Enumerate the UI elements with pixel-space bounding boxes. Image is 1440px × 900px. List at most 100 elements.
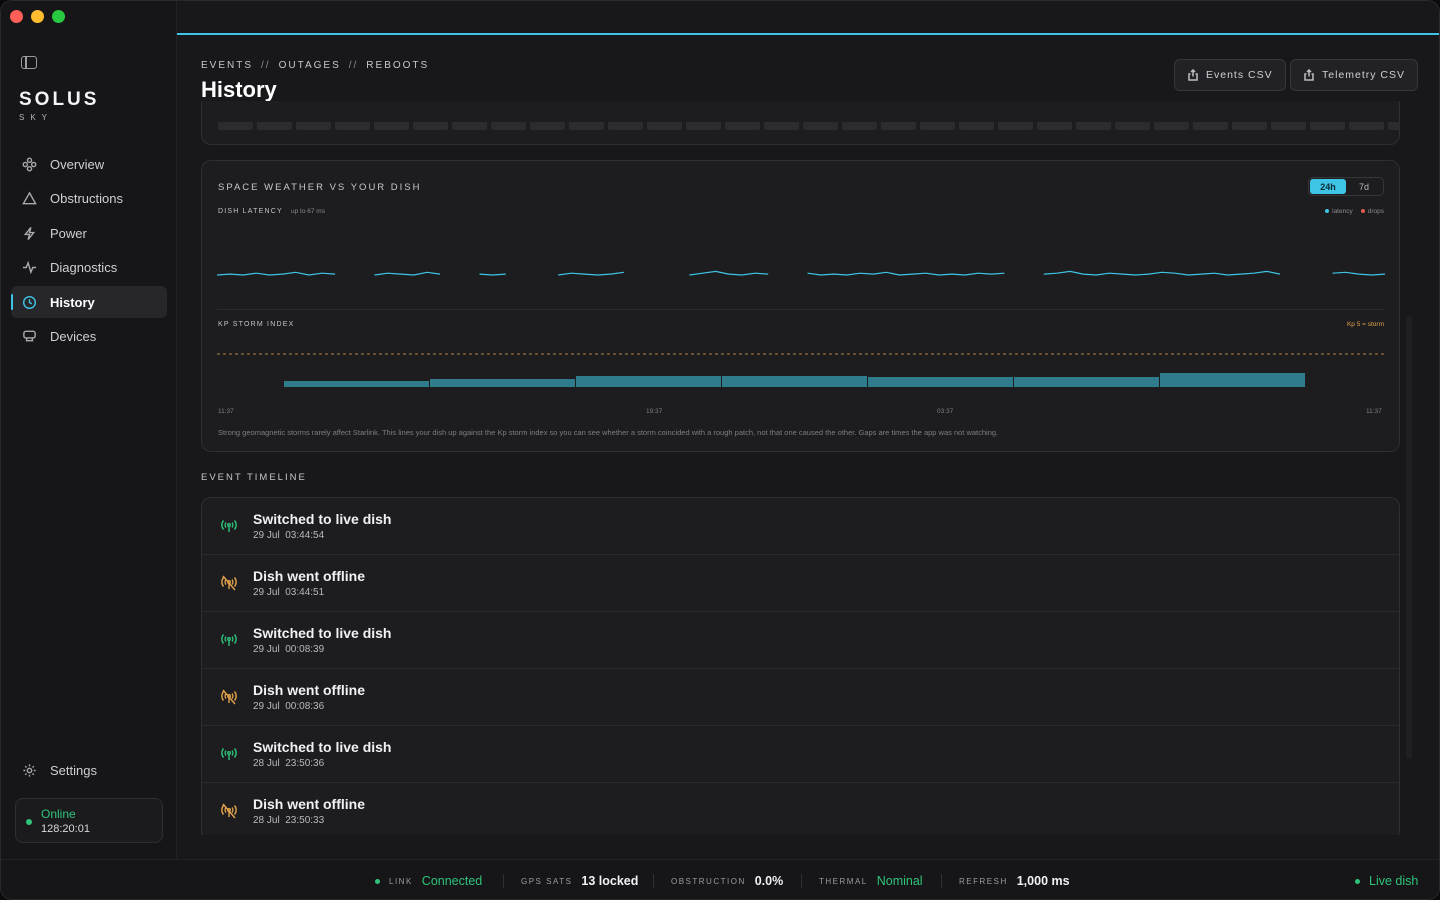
list-item[interactable]: Dish went offline 29 Jul 03:44:51 bbox=[202, 555, 1399, 612]
event-timeline: Switched to live dish 29 Jul 03:44:54 Di… bbox=[201, 497, 1400, 835]
sidebar-item-power[interactable]: Power bbox=[11, 217, 167, 249]
list-item[interactable]: Switched to live dish 28 Jul 23:50:36 bbox=[202, 726, 1399, 783]
divider bbox=[801, 874, 802, 888]
history-icon bbox=[22, 295, 37, 309]
kp-threshold-label: Kp 5 = storm bbox=[1346, 321, 1384, 328]
uptime-cell bbox=[686, 122, 721, 130]
list-item[interactable]: Switched to live dish 29 Jul 03:44:54 bbox=[202, 498, 1399, 555]
close-window-button[interactable] bbox=[10, 10, 23, 23]
sidebar-item-obstructions[interactable]: Obstructions bbox=[11, 183, 167, 215]
sidebar-nav: Overview Obstructions Power Diagnostics … bbox=[11, 148, 167, 355]
event-title: Switched to live dish bbox=[253, 511, 392, 527]
overview-icon bbox=[22, 157, 37, 171]
events-csv-button[interactable]: Events CSV bbox=[1174, 59, 1286, 91]
uptime-cell bbox=[764, 122, 799, 130]
thermal-status: THERMAL Nominal bbox=[819, 874, 923, 888]
link-status: LINK Connected bbox=[375, 860, 482, 899]
uptime-cell bbox=[842, 122, 877, 130]
uptime-cell bbox=[608, 122, 643, 130]
breadcrumb-outages[interactable]: OUTAGES bbox=[279, 60, 341, 71]
scroll-area[interactable]: SPACE WEATHER VS YOUR DISH 24h 7d DISH L… bbox=[201, 101, 1400, 835]
event-title: Dish went offline bbox=[253, 682, 365, 698]
accent-line bbox=[177, 33, 1439, 35]
latency-line-segment bbox=[689, 270, 769, 276]
axis-tick: 03:37 bbox=[937, 408, 954, 415]
chart-caption: Strong geomagnetic storms rarely affect … bbox=[218, 428, 999, 437]
uptime-cell bbox=[491, 122, 526, 130]
refresh-status: REFRESH 1,000 ms bbox=[959, 874, 1070, 888]
latency-line-segment bbox=[217, 271, 336, 276]
breadcrumb-reboots[interactable]: REBOOTS bbox=[366, 60, 429, 71]
uptime-cell bbox=[413, 122, 448, 130]
antenna-off-icon bbox=[221, 689, 237, 705]
uptime-cell bbox=[374, 122, 409, 130]
divider bbox=[503, 874, 504, 888]
brand-logo: SOLUS bbox=[19, 89, 100, 110]
live-mode-indicator[interactable]: Live dish bbox=[1355, 860, 1418, 899]
uptime-cell bbox=[257, 122, 292, 130]
breadcrumb: EVENTS // OUTAGES // REBOOTS bbox=[201, 60, 429, 71]
breadcrumb-separator: // bbox=[348, 60, 359, 71]
breadcrumb-events[interactable]: EVENTS bbox=[201, 60, 253, 71]
bolt-icon bbox=[23, 226, 36, 240]
sidebar-toggle-icon[interactable] bbox=[21, 56, 37, 69]
latency-line-segment bbox=[374, 271, 441, 276]
latency-label: DISH LATENCY bbox=[218, 208, 283, 215]
minimize-window-button[interactable] bbox=[31, 10, 44, 23]
range-24h-button[interactable]: 24h bbox=[1310, 179, 1346, 194]
uptime-cell bbox=[1271, 122, 1306, 130]
list-item[interactable]: Dish went offline 28 Jul 23:50:33 bbox=[202, 783, 1399, 835]
settings-label: Settings bbox=[50, 763, 97, 778]
latency-line-segment bbox=[1043, 270, 1281, 276]
gps-status: GPS SATS 13 locked bbox=[521, 874, 639, 888]
export-icon bbox=[1188, 69, 1198, 81]
live-dot-icon bbox=[1355, 878, 1360, 884]
kp-label: KP STORM INDEX bbox=[218, 321, 295, 328]
kp-bar bbox=[722, 376, 867, 387]
sidebar-item-label: Diagnostics bbox=[50, 260, 118, 275]
uptime-cell bbox=[998, 122, 1033, 130]
antenna-off-icon bbox=[221, 803, 237, 819]
chart-legend: latency drops bbox=[1325, 208, 1384, 215]
export-icon bbox=[1304, 69, 1314, 81]
uptime-cell bbox=[920, 122, 955, 130]
range-toggle: 24h 7d bbox=[1308, 177, 1384, 196]
chart-divider bbox=[217, 309, 1385, 310]
scrollbar[interactable] bbox=[1406, 316, 1412, 759]
kp-bar bbox=[868, 377, 1013, 387]
connection-status-card: Online 128:20:01 bbox=[15, 798, 163, 843]
sidebar-item-overview[interactable]: Overview bbox=[11, 148, 167, 180]
kp-bar bbox=[576, 376, 721, 387]
window-controls bbox=[10, 10, 65, 23]
divider bbox=[653, 874, 654, 888]
main-content: EVENTS // OUTAGES // REBOOTS History Events … bbox=[177, 1, 1439, 859]
list-item[interactable]: Switched to live dish 29 Jul 00:08:39 bbox=[202, 612, 1399, 669]
list-item[interactable]: Dish went offline 29 Jul 00:08:36 bbox=[202, 669, 1399, 726]
sidebar-item-history[interactable]: History bbox=[11, 286, 167, 318]
settings-button[interactable]: Settings bbox=[22, 763, 97, 778]
event-time: 29 Jul 00:08:36 bbox=[253, 701, 325, 712]
uptime-cell bbox=[1388, 122, 1400, 130]
antenna-icon bbox=[221, 748, 237, 760]
antenna-icon bbox=[221, 520, 237, 532]
sidebar: SOLUS SKY Overview Obstructions Power Di… bbox=[1, 1, 177, 859]
pulse-icon bbox=[22, 260, 37, 275]
sidebar-item-label: Obstructions bbox=[50, 191, 123, 206]
event-time: 29 Jul 00:08:39 bbox=[253, 644, 325, 655]
latency-chart bbox=[217, 270, 1385, 276]
uptime-cell bbox=[1193, 122, 1228, 130]
uptime-cell bbox=[1232, 122, 1267, 130]
telemetry-csv-button[interactable]: Telemetry CSV bbox=[1290, 59, 1419, 91]
router-icon bbox=[23, 330, 36, 342]
range-7d-button[interactable]: 7d bbox=[1346, 179, 1382, 194]
sidebar-item-devices[interactable]: Devices bbox=[11, 321, 167, 353]
card-title: SPACE WEATHER VS YOUR DISH bbox=[218, 182, 422, 193]
uptime-cell bbox=[218, 122, 253, 130]
event-title: Switched to live dish bbox=[253, 625, 392, 641]
latency-line-segment bbox=[558, 271, 624, 276]
legend-latency: latency bbox=[1325, 208, 1353, 215]
zoom-window-button[interactable] bbox=[52, 10, 65, 23]
uptime-cell bbox=[725, 122, 760, 130]
sidebar-item-diagnostics[interactable]: Diagnostics bbox=[11, 252, 167, 284]
uptime-cell bbox=[1310, 122, 1345, 130]
